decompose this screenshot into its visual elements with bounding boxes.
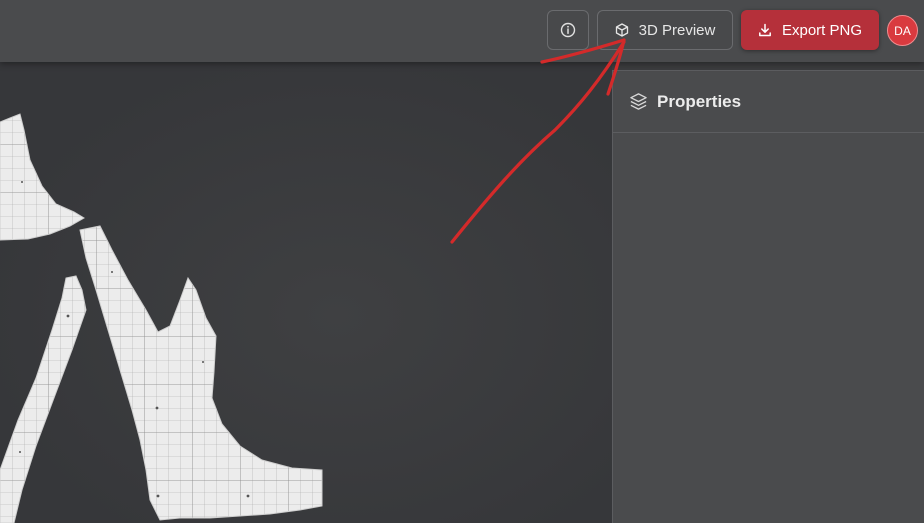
pattern-piece-3[interactable] <box>79 225 323 521</box>
export-png-label: Export PNG <box>781 21 863 39</box>
export-png-button[interactable]: Export PNG <box>741 10 879 50</box>
properties-header: Properties <box>613 71 924 133</box>
pattern-pieces[interactable] <box>0 62 612 523</box>
layers-icon <box>630 93 647 110</box>
download-icon <box>759 23 771 37</box>
3d-preview-button[interactable]: 3D Preview <box>597 10 733 50</box>
3d-preview-label: 3D Preview <box>638 21 716 39</box>
cube-icon <box>615 23 628 37</box>
info-button[interactable] <box>547 10 589 50</box>
properties-title: Properties <box>657 91 742 111</box>
pattern-piece-1[interactable] <box>0 113 85 241</box>
properties-panel: Properties <box>612 70 924 523</box>
pattern-piece-2[interactable] <box>0 275 87 523</box>
top-toolbar: 3D Preview Export PNG DA <box>0 0 924 62</box>
pattern-canvas[interactable] <box>0 62 612 523</box>
user-avatar[interactable]: DA <box>887 15 918 46</box>
info-circle-icon <box>560 22 576 38</box>
